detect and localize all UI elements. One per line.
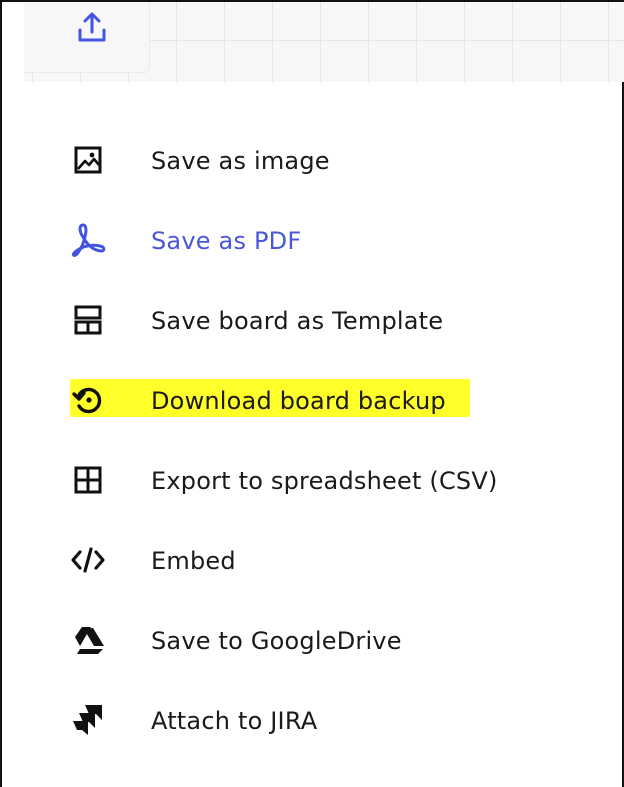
menu-item-label: Save as PDF: [151, 227, 302, 255]
menu-item-save-googledrive[interactable]: Save to GoogleDrive: [2, 602, 602, 682]
menu-item-embed[interactable]: Embed: [2, 522, 602, 602]
image-icon: [70, 142, 106, 178]
backup-icon: [70, 382, 106, 418]
menu-item-label: Export to spreadsheet (CSV): [151, 467, 498, 495]
export-toolbar-button[interactable]: [24, 2, 150, 73]
export-menu: Save as image Save as PDF Save board as …: [2, 122, 602, 762]
menu-item-label: Save board as Template: [151, 307, 444, 335]
menu-item-label: Embed: [151, 547, 236, 575]
table-grid-icon: [70, 462, 106, 498]
code-icon: [70, 542, 106, 578]
menu-item-save-pdf[interactable]: Save as PDF: [2, 202, 602, 282]
template-icon: [70, 302, 106, 338]
menu-item-label: Save to GoogleDrive: [151, 627, 402, 655]
menu-item-label: Download board backup: [151, 387, 446, 415]
screenshot-frame: Save as image Save as PDF Save board as …: [0, 0, 624, 787]
menu-item-download-backup[interactable]: Download board backup: [2, 362, 602, 442]
menu-item-label: Save as image: [151, 147, 330, 175]
menu-item-save-image[interactable]: Save as image: [2, 122, 602, 202]
pdf-icon: [70, 222, 106, 258]
upload-icon: [78, 12, 106, 42]
jira-icon: [70, 702, 106, 738]
menu-item-attach-jira[interactable]: Attach to JIRA: [2, 682, 602, 762]
google-drive-icon: [70, 622, 106, 658]
menu-item-label: Attach to JIRA: [151, 707, 318, 735]
menu-item-save-template[interactable]: Save board as Template: [2, 282, 602, 362]
menu-item-export-csv[interactable]: Export to spreadsheet (CSV): [2, 442, 602, 522]
